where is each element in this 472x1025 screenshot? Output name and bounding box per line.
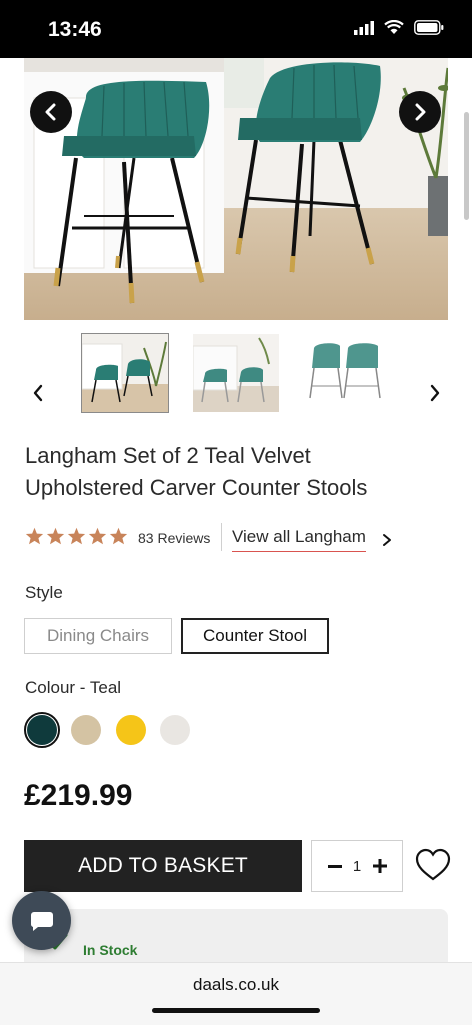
thumbnails-prev-button[interactable] (26, 378, 50, 408)
star-icon (88, 527, 107, 545)
signal-icon (354, 20, 374, 35)
colour-swatch-beige[interactable] (71, 715, 101, 745)
quantity-value[interactable]: 1 (350, 858, 364, 875)
chevron-right-icon[interactable] (380, 532, 394, 548)
add-to-basket-button[interactable]: ADD TO BASKET (24, 840, 302, 892)
browser-url[interactable]: daals.co.uk (0, 975, 472, 995)
home-indicator[interactable] (152, 1008, 320, 1013)
style-option-dining-chairs[interactable]: Dining Chairs (24, 618, 172, 654)
status-icons (354, 20, 444, 35)
rating-stars[interactable] (25, 527, 128, 545)
status-time: 13:46 (48, 18, 102, 41)
colour-swatch-cream[interactable] (160, 715, 190, 745)
minus-icon[interactable] (326, 855, 344, 877)
quantity-stepper: 1 (311, 840, 403, 892)
star-icon (109, 527, 128, 545)
chevron-right-icon (430, 384, 440, 402)
chevron-right-icon (415, 103, 426, 121)
style-label: Style (25, 583, 63, 602)
product-title-line-2: Upholstered Carver Counter Stools (25, 475, 368, 500)
product-price: £219.99 (24, 779, 133, 812)
view-all-langham-link[interactable]: View all Langham (232, 527, 366, 552)
product-title-line-1: Langham Set of 2 Teal Velvet (25, 443, 311, 468)
chat-icon (30, 911, 53, 931)
thumbnail-1[interactable] (81, 333, 169, 413)
colour-label: Colour - Teal (25, 678, 122, 697)
colour-swatch-yellow[interactable] (116, 715, 146, 745)
plus-icon[interactable] (370, 855, 390, 877)
star-icon (25, 527, 44, 545)
battery-icon (414, 20, 444, 35)
status-bar: 13:46 (0, 0, 472, 58)
stock-status: In Stock (83, 942, 138, 958)
thumbnails-next-button[interactable] (423, 378, 447, 408)
star-icon (46, 527, 65, 545)
star-icon (67, 527, 86, 545)
reviews-count-link[interactable]: 83 Reviews (138, 530, 210, 546)
thumbnail-2[interactable] (193, 334, 279, 412)
chat-button[interactable] (12, 891, 71, 950)
chevron-left-icon (33, 384, 43, 402)
colour-swatch-teal[interactable] (27, 715, 57, 745)
chevron-left-icon (45, 103, 56, 121)
page-scrollbar[interactable] (464, 112, 469, 220)
product-hero-image (24, 58, 448, 320)
hero-prev-button[interactable] (30, 91, 72, 133)
style-option-counter-stool[interactable]: Counter Stool (181, 618, 329, 654)
heart-icon[interactable] (415, 848, 451, 882)
stock-panel (24, 909, 448, 969)
thumbnail-3[interactable] (304, 334, 390, 412)
divider (221, 523, 222, 551)
hero-next-button[interactable] (399, 91, 441, 133)
wifi-icon (384, 20, 404, 34)
product-title: Langham Set of 2 Teal Velvet Upholstered… (25, 440, 445, 504)
